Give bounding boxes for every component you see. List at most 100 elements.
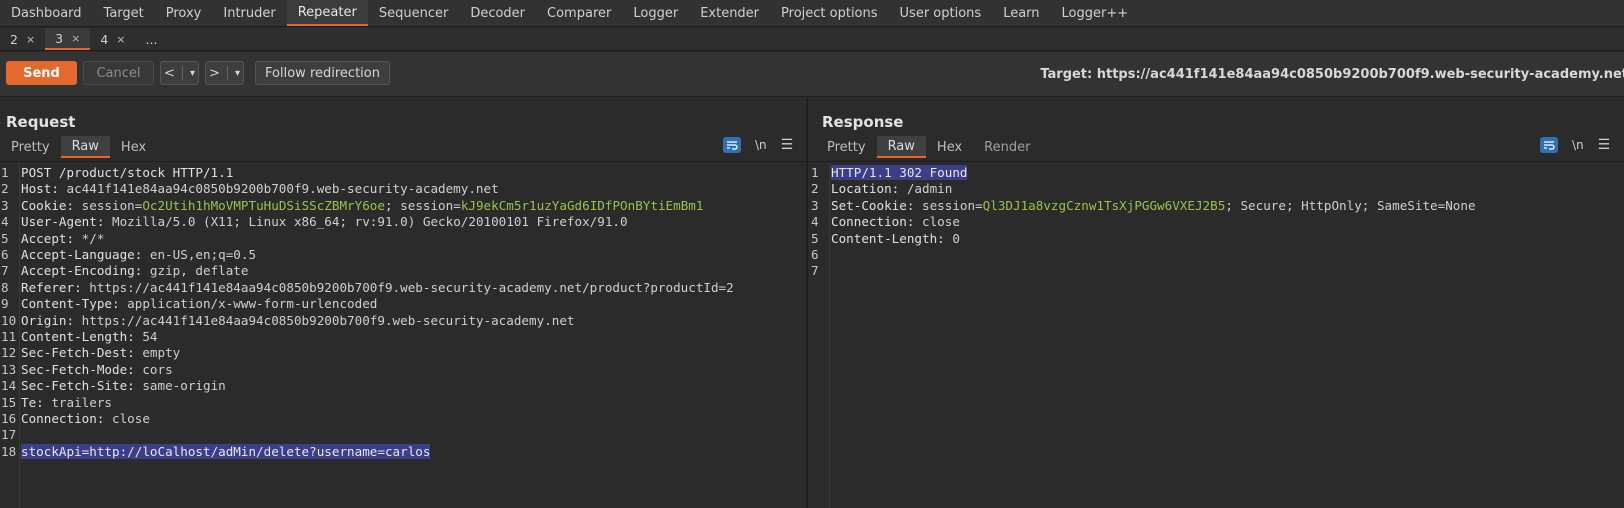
follow-redirection-button[interactable]: Follow redirection [255,61,390,85]
code-token: 0 [952,230,960,246]
editor-line: 10 Origin: https://ac441f141e84aa94c0850b… [0,312,575,329]
line-number: 2 [811,181,819,197]
tab-dashboard[interactable]: Dashboard [0,0,93,26]
line-number: 10 [1,312,17,328]
chevron-down-icon[interactable]: ▾ [235,68,240,79]
editor-line: 14 Sec-Fetch-Site: same-origin [0,377,226,394]
next-label: > [209,65,220,81]
menu-icon[interactable]: ☰ [781,137,794,153]
editor-line: 4 User-Agent: Mozilla/5.0 (X11; Linux x86… [0,213,628,230]
send-button[interactable]: Send [6,61,77,85]
editor-line: 3 Cookie: session=Oc2Utih1hMoVMPTuHuDSiSS… [0,197,703,214]
line-number: 15 [1,394,17,410]
request-title: Request [6,113,76,131]
code-token: /admin [906,181,953,197]
line-number: 7 [1,263,9,279]
close-icon[interactable]: × [26,33,35,46]
code-token: ; Secure; HttpOnly; SameSite=None [1225,197,1476,213]
target-url[interactable]: Target: https://ac441f141e84aa94c0850b92… [1040,67,1624,82]
code-token: Sec-Fetch-Site: [21,378,143,394]
code-token: Mozilla/5.0 (X11; Linux x86_64; rv:91.0)… [112,214,628,230]
editor-line: 18 stockApi=http://loCalhost/adMin/delete… [0,443,431,460]
tab-target[interactable]: Target [93,0,155,26]
editor-line: 9 Content-Type: application/x-www-form-ur… [0,295,377,312]
line-number: 3 [811,197,819,213]
tab-sequencer[interactable]: Sequencer [368,0,459,26]
close-icon[interactable]: × [71,32,80,45]
repeater-tab[interactable]: 2 × [0,28,45,50]
code-token: ; session= [384,197,461,213]
tab-intruder[interactable]: Intruder [212,0,286,26]
tab-logger[interactable]: Logger [622,0,689,26]
next-request-button[interactable]: > ▾ [205,61,244,85]
code-token: Set-Cookie: [831,197,922,213]
editor-line: 8 Referer: https://ac441f141e84aa94c0850b… [0,279,734,296]
editor-line: 5 Content-Length: 0 [810,230,960,247]
code-token: Ql3DJ1a8vzgCznw1TsXjPGGw6VXEJ2B5 [982,197,1226,213]
request-tab-raw[interactable]: Raw [60,136,110,158]
tab-logger-[interactable]: Logger++ [1051,0,1140,26]
code-token: close [112,411,150,426]
tab-user-options[interactable]: User options [889,0,993,26]
repeater-tab[interactable]: 4 × [90,28,135,50]
code-token: Te: [21,394,52,410]
tab-proxy[interactable]: Proxy [155,0,213,26]
editor-line: 17 [0,426,21,443]
line-number: 1 [1,165,9,180]
code-token: trailers [51,394,113,410]
line-number: 11 [1,329,17,344]
tab-learn[interactable]: Learn [992,0,1050,26]
response-view-tabs: Pretty Raw Hex Render [816,136,1041,158]
code-token: application/x-www-form-urlencoded [127,296,378,312]
code-token: Content-Length: [831,230,953,246]
wrap-lines-icon[interactable] [723,137,741,153]
line-number: 14 [1,378,17,394]
response-panel: Response Pretty Raw Hex Render \n ☰ 1 HTTP/1… [810,98,1624,508]
menu-icon[interactable]: ☰ [1598,137,1611,153]
tab-comparer[interactable]: Comparer [536,0,622,26]
code-token: Cookie: [21,197,82,213]
line-number: 7 [811,263,819,279]
response-tab-hex[interactable]: Hex [926,136,973,158]
request-panel: Request Pretty Raw Hex \n ☰ 1 POST /product… [0,98,808,508]
request-tab-pretty[interactable]: Pretty [0,136,61,158]
response-tab-raw[interactable]: Raw [876,136,926,158]
show-newlines-toggle[interactable]: \n [1572,138,1584,152]
code-token: Accept-Language: [21,247,150,262]
cancel-button[interactable]: Cancel [83,61,154,85]
editor-line: 16 Connection: close [0,410,150,427]
request-editor[interactable]: 1 POST /product/stock HTTP/1.1 2 Host: ac44… [0,161,806,508]
request-tools: \n ☰ [723,137,793,153]
show-newlines-toggle[interactable]: \n [755,138,767,152]
close-icon[interactable]: × [116,33,125,46]
editor-line: 7 Accept-Encoding: gzip, deflate [0,262,248,279]
line-number: 5 [811,230,819,246]
code-token: session= [81,197,143,213]
chevron-down-icon[interactable]: ▾ [190,68,195,79]
response-editor[interactable]: 1 HTTP/1.1 302 Found 2 Location: /admin 3 Set… [810,161,1624,508]
response-tab-pretty[interactable]: Pretty [816,136,877,158]
wrap-lines-icon[interactable] [1540,137,1558,153]
code-token: Sec-Fetch-Mode: [21,361,143,377]
tab-project-options[interactable]: Project options [770,0,889,26]
divider [181,66,183,80]
repeater-tab-label: 3 [55,30,64,46]
editor-line: 6 [810,246,831,263]
editor-line: 7 [810,262,831,279]
code-token: */* [81,230,105,246]
repeater-tab[interactable]: ... [136,28,168,50]
tab-extender[interactable]: Extender [689,0,770,26]
request-tab-hex[interactable]: Hex [110,136,157,158]
line-number: 2 [1,181,9,197]
main-tab-bar: Dashboard Target Proxy Intruder Repeater Sequ… [0,0,1624,27]
code-token: gzip, deflate [149,263,249,279]
repeater-tab[interactable]: 3 × [45,28,91,50]
code-token: User-Agent: [21,214,112,230]
response-tab-render[interactable]: Render [973,136,1041,158]
tab-decoder[interactable]: Decoder [459,0,536,26]
code-token: cors [142,361,173,377]
previous-request-button[interactable]: < ▾ [160,61,199,85]
code-token: kJ9ekCm5r1uzYaGd6IDfPOnBYtiEmBm1 [460,197,704,213]
line-number: 8 [1,279,9,295]
tab-repeater[interactable]: Repeater [286,0,368,26]
